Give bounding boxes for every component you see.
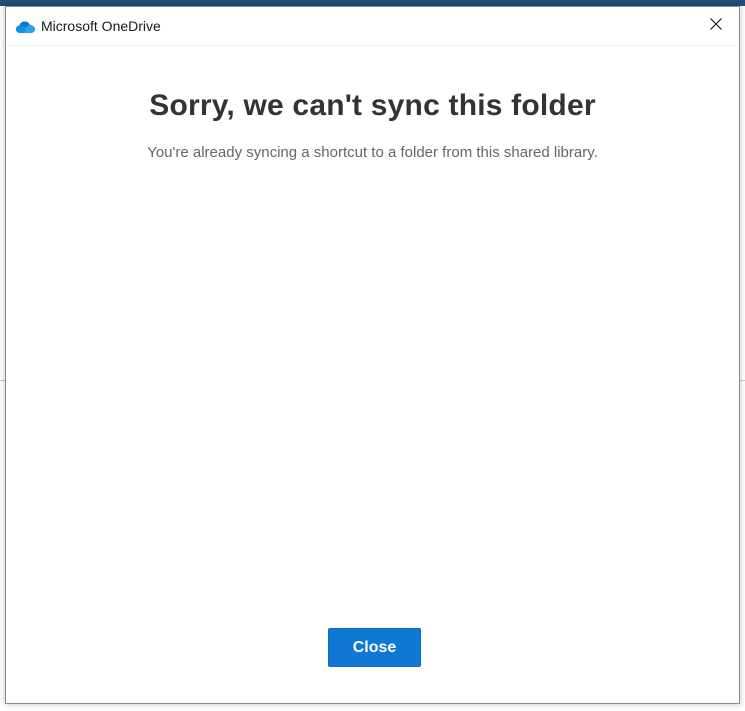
dialog-heading: Sorry, we can't sync this folder xyxy=(149,89,596,122)
window-close-button[interactable] xyxy=(693,7,739,45)
titlebar-divider xyxy=(6,45,739,46)
dialog-message: You're already syncing a shortcut to a f… xyxy=(147,144,598,161)
close-button[interactable]: Close xyxy=(328,628,421,667)
onedrive-cloud-icon xyxy=(16,20,35,33)
titlebar: Microsoft OneDrive xyxy=(6,7,739,45)
window-title: Microsoft OneDrive xyxy=(41,18,161,34)
onedrive-dialog: Microsoft OneDrive Sorry, we can't sync … xyxy=(5,6,740,704)
close-icon xyxy=(710,17,722,35)
